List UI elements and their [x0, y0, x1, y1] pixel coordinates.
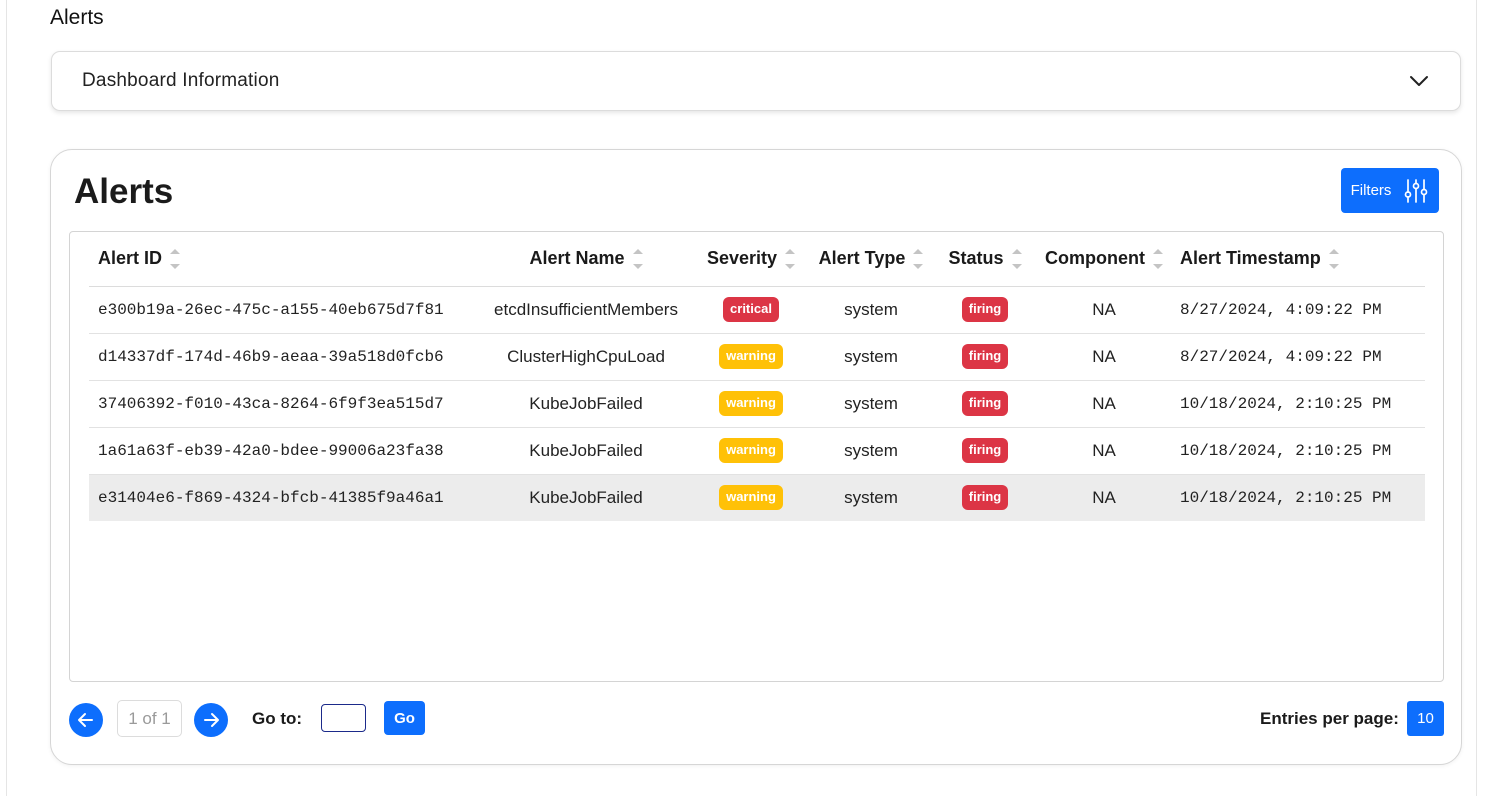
cell-alert-type: system — [809, 380, 933, 428]
filters-button-label: Filters — [1350, 182, 1392, 199]
goto-label: Go to: — [252, 709, 303, 728]
cell-alert-timestamp: 8/27/2024, 4:09:22 PM — [1171, 286, 1425, 334]
cell-component: NA — [1037, 286, 1171, 334]
sort-icon[interactable] — [1152, 248, 1163, 269]
sliders-icon — [1405, 178, 1428, 203]
column-header-alert-timestamp[interactable]: Alert Timestamp — [1171, 232, 1425, 287]
cell-alert-timestamp: 8/27/2024, 4:09:22 PM — [1171, 333, 1425, 381]
sort-icon[interactable] — [913, 248, 924, 269]
cell-component: NA — [1037, 427, 1171, 475]
cell-alert-name: KubeJobFailed — [479, 474, 693, 521]
severity-badge: warning — [719, 344, 783, 369]
next-page-button[interactable] — [194, 703, 228, 737]
column-header-alert-name[interactable]: Alert Name — [479, 232, 693, 287]
status-badge: firing — [961, 391, 1009, 416]
cell-alert-type: system — [809, 333, 933, 381]
cell-alert-name: KubeJobFailed — [479, 427, 693, 475]
alerts-card-title: Alerts — [74, 172, 174, 211]
status-badge: firing — [961, 344, 1009, 369]
cell-severity: warning — [693, 427, 809, 475]
chevron-down-icon[interactable] — [1408, 70, 1430, 92]
alerts-card: Alerts Filters Alert ID Alert Name Sever… — [50, 149, 1462, 765]
right-divider — [1476, 0, 1477, 796]
pagination-bar: 1 of 1 Go to: Go Entries per page: 10 — [69, 700, 1444, 738]
severity-badge: critical — [723, 297, 779, 322]
severity-badge: warning — [719, 485, 783, 511]
cell-alert-id: e300b19a-26ec-475c-a155-40eb675d7f81 — [89, 286, 479, 334]
cell-component: NA — [1037, 333, 1171, 381]
cell-status: firing — [933, 333, 1037, 381]
table-row[interactable]: 1a61a63f-eb39-42a0-bdee-99006a23fa38 Kub… — [89, 427, 1425, 475]
column-header-status[interactable]: Status — [933, 232, 1037, 287]
cell-status: firing — [933, 286, 1037, 334]
status-badge: firing — [961, 438, 1009, 463]
alerts-table-container: Alert ID Alert Name Severity Alert Type — [69, 231, 1444, 682]
table-row[interactable]: e300b19a-26ec-475c-a155-40eb675d7f81 etc… — [89, 286, 1425, 334]
arrow-left-icon — [78, 713, 93, 727]
cell-status: firing — [933, 427, 1037, 475]
go-button[interactable]: Go — [384, 701, 425, 735]
severity-badge: warning — [719, 438, 783, 463]
cell-alert-timestamp: 10/18/2024, 2:10:25 PM — [1171, 380, 1425, 428]
cell-alert-timestamp: 10/18/2024, 2:10:25 PM — [1171, 474, 1425, 521]
filters-button[interactable]: Filters — [1341, 168, 1439, 213]
cell-alert-name: KubeJobFailed — [479, 380, 693, 428]
table-row[interactable]: 37406392-f010-43ca-8264-6f9f3ea515d7 Kub… — [89, 380, 1425, 428]
sort-icon[interactable] — [1011, 248, 1022, 269]
dashboard-information-label: Dashboard Information — [82, 70, 280, 91]
sort-icon[interactable] — [785, 248, 796, 269]
column-header-component[interactable]: Component — [1037, 232, 1171, 287]
cell-status: firing — [933, 474, 1037, 521]
table-row[interactable]: e31404e6-f869-4324-bfcb-41385f9a46a1 Kub… — [89, 474, 1425, 521]
cell-status: firing — [933, 380, 1037, 428]
cell-alert-id: e31404e6-f869-4324-bfcb-41385f9a46a1 — [89, 474, 479, 521]
sort-icon[interactable] — [632, 248, 643, 269]
page-title: Alerts — [50, 6, 104, 29]
dashboard-information-accordion[interactable]: Dashboard Information — [51, 51, 1461, 111]
table-header-row: Alert ID Alert Name Severity Alert Type — [89, 232, 1425, 287]
column-header-alert-id[interactable]: Alert ID — [89, 232, 479, 287]
cell-component: NA — [1037, 380, 1171, 428]
cell-alert-id: 1a61a63f-eb39-42a0-bdee-99006a23fa38 — [89, 427, 479, 475]
column-header-severity[interactable]: Severity — [693, 232, 809, 287]
cell-severity: critical — [693, 286, 809, 334]
cell-severity: warning — [693, 380, 809, 428]
entries-per-page-label: Entries per page: — [1260, 709, 1399, 728]
goto-page-input[interactable] — [321, 704, 366, 732]
sort-icon[interactable] — [170, 248, 181, 269]
sort-icon[interactable] — [1328, 248, 1339, 269]
cell-alert-id: 37406392-f010-43ca-8264-6f9f3ea515d7 — [89, 380, 479, 428]
cell-alert-timestamp: 10/18/2024, 2:10:25 PM — [1171, 427, 1425, 475]
cell-alert-name: ClusterHighCpuLoad — [479, 333, 693, 381]
alerts-table: Alert ID Alert Name Severity Alert Type — [89, 232, 1425, 521]
entries-per-page-select[interactable]: 10 — [1407, 701, 1444, 736]
cell-alert-type: system — [809, 427, 933, 475]
cell-alert-id: d14337df-174d-46b9-aeaa-39a518d0fcb6 — [89, 333, 479, 381]
prev-page-button[interactable] — [69, 703, 103, 737]
status-badge: firing — [961, 485, 1009, 511]
arrow-right-icon — [204, 713, 219, 727]
cell-alert-type: system — [809, 286, 933, 334]
cell-alert-type: system — [809, 474, 933, 521]
severity-badge: warning — [719, 391, 783, 416]
cell-severity: warning — [693, 333, 809, 381]
status-badge: firing — [961, 297, 1009, 322]
table-row[interactable]: d14337df-174d-46b9-aeaa-39a518d0fcb6 Clu… — [89, 333, 1425, 381]
column-header-alert-type[interactable]: Alert Type — [809, 232, 933, 287]
cell-component: NA — [1037, 474, 1171, 521]
cell-severity: warning — [693, 474, 809, 521]
left-divider — [6, 0, 7, 796]
cell-alert-name: etcdInsufficientMembers — [479, 286, 693, 334]
page-indicator: 1 of 1 — [117, 700, 182, 737]
